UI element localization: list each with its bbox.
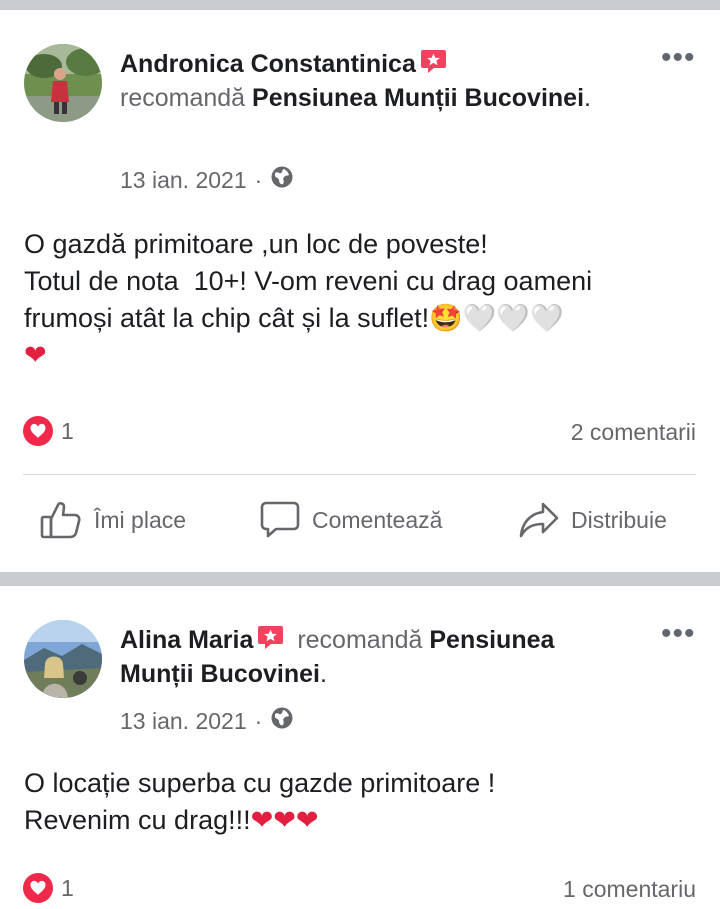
love-reaction-icon — [23, 873, 53, 903]
period: . — [584, 84, 591, 112]
post-date[interactable]: 13 ian. 2021 — [120, 167, 247, 194]
post-headline: Andronica Constantinica recomandă Pensiu… — [120, 47, 600, 115]
post-text: O locație superba cu gazde primitoare ! … — [24, 765, 714, 839]
recommend-verb: recomandă — [297, 626, 423, 654]
reactions-summary[interactable]: 1 — [23, 416, 74, 446]
post-meta: 13 ian. 2021 · — [120, 706, 294, 736]
white-hearts-emoji: 🤍🤍🤍 — [462, 303, 564, 334]
reaction-count: 1 — [61, 874, 74, 901]
love-reaction-icon — [23, 416, 53, 446]
comment-label: Comentează — [312, 506, 443, 533]
page-name[interactable]: Pensiunea Munții Bucovinei — [252, 84, 584, 112]
meta-separator: · — [254, 166, 263, 193]
avatar[interactable] — [24, 44, 102, 122]
recommend-badge-icon — [257, 624, 284, 651]
page-name[interactable]: Pensiunea — [429, 626, 554, 654]
reactions-summary[interactable]: 1 — [23, 873, 74, 903]
globe-icon — [270, 706, 294, 736]
text-line: frumoși atât la chip cât și la suflet! — [24, 303, 430, 333]
globe-icon — [270, 165, 294, 195]
text-line: O gazdă primitoare ,un loc de poveste! — [24, 229, 488, 259]
share-button[interactable]: Distribuie — [519, 500, 667, 540]
recommend-verb: recomandă — [120, 84, 246, 112]
comment-button[interactable]: Comentează — [260, 500, 442, 540]
like-label: Îmi place — [94, 506, 187, 533]
text-line: O locație superba cu gazde primitoare ! — [24, 768, 496, 798]
comments-count[interactable]: 2 comentarii — [571, 419, 696, 446]
divider — [23, 474, 696, 475]
feed-separator-top — [0, 0, 720, 10]
like-button[interactable]: Îmi place — [40, 500, 186, 540]
post-headline: Alina Maria recomandă Pensiunea Munții B… — [120, 623, 640, 691]
more-icon[interactable]: ••• — [661, 619, 696, 649]
star-struck-emoji: 🤩 — [429, 303, 463, 333]
post-date[interactable]: 13 ian. 2021 — [120, 708, 247, 735]
share-icon — [519, 502, 559, 538]
post-text: O gazdă primitoare ,un loc de poveste! T… — [24, 226, 714, 374]
thumbs-up-icon — [40, 501, 81, 539]
comment-icon — [260, 501, 300, 538]
author-name[interactable]: Alina Maria — [120, 626, 253, 654]
feed-separator — [0, 572, 720, 586]
avatar[interactable] — [24, 620, 102, 698]
meta-separator: · — [254, 707, 263, 734]
author-name[interactable]: Andronica Constantinica — [120, 50, 416, 78]
red-heart-emoji: ❤ — [24, 340, 47, 370]
share-label: Distribuie — [571, 506, 667, 533]
recommend-badge-icon — [420, 48, 447, 75]
post-meta: 13 ian. 2021 · — [120, 165, 294, 195]
text-line: Revenim cu drag!!! — [24, 805, 251, 835]
text-line: Totul de nota 10+! V-om reveni cu drag o… — [24, 266, 593, 296]
red-hearts-emoji: ❤❤❤ — [250, 805, 319, 835]
reaction-count: 1 — [61, 417, 74, 444]
period: . — [320, 660, 327, 688]
comments-count[interactable]: 1 comentariu — [563, 876, 696, 903]
page-name-cont[interactable]: Munții Bucovinei — [120, 660, 320, 688]
more-icon[interactable]: ••• — [661, 43, 696, 73]
